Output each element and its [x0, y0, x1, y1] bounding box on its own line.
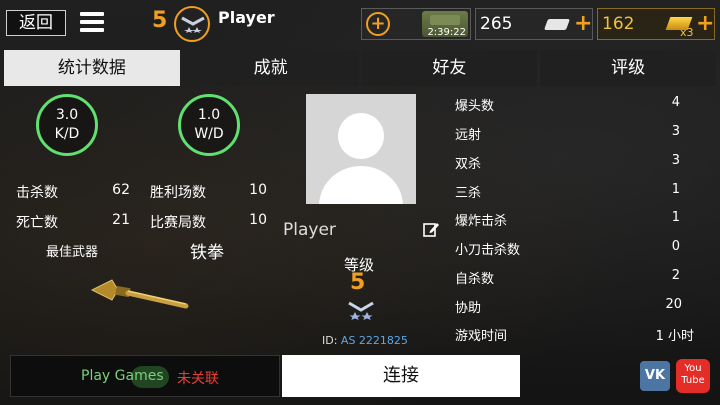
vk-icon[interactable]: VK [640, 361, 670, 391]
play-games-status: 未关联 [177, 371, 219, 387]
detail-value: 1 [671, 210, 680, 225]
rank-badge-icon [174, 6, 210, 42]
top-bar: 返回 5 Player + 2:39:22 265 + 162 x3 + [0, 0, 720, 46]
detail-label: 自杀数 [455, 272, 495, 287]
kd-ring: 3.0 K/D [36, 94, 98, 156]
cash-resource[interactable]: 265 + [475, 8, 593, 40]
gold-resource[interactable]: 162 x3 + [597, 8, 715, 40]
wd-value: 1.0 [197, 107, 221, 123]
player-id-prefix: ID: [322, 334, 338, 347]
detail-label: 双杀 [455, 157, 482, 172]
back-button[interactable]: 返回 [6, 10, 66, 36]
tab-bar: 统计数据 成就 好友 评级 [4, 50, 716, 86]
tab-rating[interactable]: 评级 [540, 50, 716, 86]
kills-label: 击杀数 [16, 185, 58, 201]
menu-icon[interactable] [80, 12, 104, 34]
weapon-icon [90, 276, 190, 320]
rank-icon [347, 300, 375, 324]
level-value: 5 [350, 270, 366, 295]
add-gold-icon[interactable]: + [696, 11, 714, 36]
deaths-label: 死亡数 [16, 215, 58, 231]
player-level: 5 [152, 8, 168, 33]
deaths-value: 21 [112, 212, 130, 228]
detail-label: 小刀击杀数 [455, 243, 521, 258]
detail-value: 20 [665, 297, 682, 312]
cash-amount: 265 [480, 14, 513, 34]
player-id-value: AS 2221825 [340, 334, 408, 347]
tab-friends[interactable]: 好友 [361, 50, 538, 86]
detail-value: 0 [671, 239, 680, 254]
detail-value: 4 [671, 95, 680, 110]
cash-icon [543, 19, 571, 30]
detail-value: 1 小时 [655, 329, 694, 344]
detail-value: 2 [671, 268, 680, 283]
detail-label: 游戏时间 [455, 329, 508, 344]
tab-achievements[interactable]: 成就 [182, 50, 359, 86]
kills-value: 62 [112, 182, 130, 198]
wd-ring: 1.0 W/D [178, 94, 240, 156]
vehicle-timer: 2:39:22 [427, 27, 466, 38]
edit-icon[interactable] [423, 221, 439, 241]
profile-name: Player [283, 220, 336, 240]
vehicle-resource[interactable]: + 2:39:22 [361, 8, 471, 40]
kd-label: K/D [54, 126, 80, 142]
wins-value: 10 [249, 182, 267, 198]
detail-label: 协助 [455, 301, 482, 316]
add-vehicle-icon[interactable]: + [366, 12, 390, 36]
matches-label: 比赛局数 [150, 215, 206, 231]
player-id: ID: AS 2221825 [322, 334, 408, 347]
avatar[interactable] [306, 94, 416, 204]
connect-button[interactable]: 连接 [282, 355, 520, 397]
gold-amount: 162 [602, 14, 635, 34]
best-weapon-name: 铁拳 [190, 243, 224, 263]
detail-value: 3 [671, 124, 680, 139]
play-games-label: Play Games [81, 368, 164, 384]
play-games-bar: Play Games 未关联 [10, 355, 280, 397]
matches-value: 10 [249, 212, 267, 228]
youtube-icon[interactable]: You Tube [676, 359, 710, 393]
add-cash-icon[interactable]: + [574, 11, 592, 36]
detail-label: 三杀 [455, 186, 482, 201]
tab-statistics[interactable]: 统计数据 [4, 50, 180, 86]
detail-value: 3 [671, 153, 680, 168]
gold-multiplier: x3 [680, 26, 694, 39]
detail-value: 1 [671, 182, 680, 197]
detail-label: 爆头数 [455, 99, 495, 114]
player-name[interactable]: Player [218, 8, 275, 27]
detail-label: 爆炸击杀 [455, 214, 508, 229]
kd-value: 3.0 [55, 107, 79, 123]
wins-label: 胜利场数 [150, 185, 206, 201]
wd-label: W/D [194, 126, 224, 142]
detail-label: 远射 [455, 128, 482, 143]
best-weapon-label: 最佳武器 [46, 245, 99, 260]
